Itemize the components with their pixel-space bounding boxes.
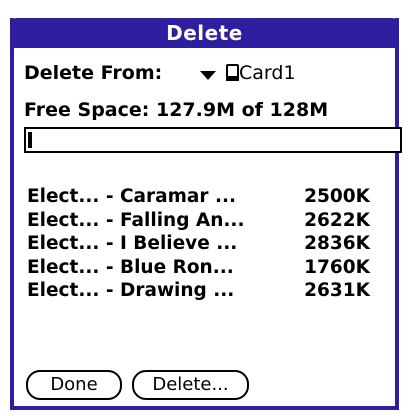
dropdown-arrow-icon[interactable] bbox=[200, 71, 216, 80]
list-item[interactable]: Elect... - Caramar ... 2500K bbox=[27, 186, 387, 210]
file-name: Elect... - I Believe ... bbox=[27, 233, 238, 254]
screen: Delete Delete From: Card1 Free Space: 12… bbox=[0, 0, 409, 416]
free-space-label: Free Space: 127.9M of 128M bbox=[24, 99, 329, 121]
file-size: 2836K bbox=[304, 233, 370, 254]
file-size: 1760K bbox=[304, 256, 370, 278]
file-name: Elect... - Blue Ron... bbox=[27, 256, 234, 278]
memory-card-icon bbox=[226, 64, 239, 81]
file-name: Elect... - Drawing ... bbox=[27, 280, 235, 301]
list-item[interactable]: Elect... - I Believe ... 2836K bbox=[27, 233, 387, 257]
file-name: Elect... - Falling An... bbox=[27, 209, 245, 231]
free-space-bar bbox=[24, 127, 402, 153]
dialog-title: Delete bbox=[10, 18, 399, 48]
file-size: 2631K bbox=[304, 280, 370, 301]
source-selector[interactable]: Card1 bbox=[239, 62, 296, 84]
done-button[interactable]: Done bbox=[26, 370, 122, 400]
list-item[interactable]: Elect... - Falling An... 2622K bbox=[27, 210, 387, 234]
list-item[interactable]: Elect... - Drawing ... 2631K bbox=[27, 280, 387, 304]
file-size: 2500K bbox=[304, 186, 370, 207]
file-name: Elect... - Caramar ... bbox=[27, 186, 237, 207]
file-size: 2622K bbox=[304, 209, 370, 231]
delete-from-label: Delete From: bbox=[24, 62, 163, 84]
file-list: Elect... - Caramar ... 2500K Elect... - … bbox=[27, 186, 387, 304]
list-item[interactable]: Elect... - Blue Ron... 1760K bbox=[27, 257, 387, 281]
delete-button[interactable]: Delete... bbox=[132, 370, 249, 400]
free-space-bar-fill bbox=[28, 132, 32, 148]
